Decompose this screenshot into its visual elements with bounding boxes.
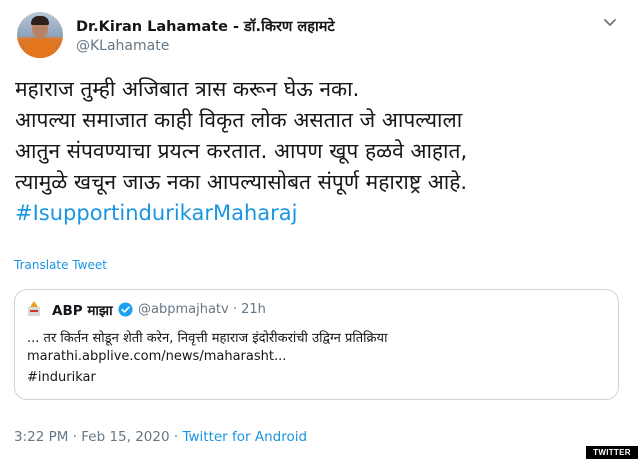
tweet-text-line: आतुन संपवण्याचा प्रयत्न करतात. आपण खूप ह…	[15, 139, 468, 163]
tweet-hashtag-link[interactable]: #IsupportindurikarMaharaj	[15, 198, 627, 229]
tweet-text-line: महाराज तुम्ही अजिबात त्रास करून घेऊ नका.	[15, 77, 360, 101]
tweet-footer: 3:22 PM · Feb 15, 2020 · Twitter for And…	[14, 429, 307, 445]
quoted-author-name[interactable]: ABP माझा	[52, 301, 113, 319]
tweet-text: महाराज तुम्ही अजिबात त्रास करून घेऊ नका.…	[15, 74, 627, 229]
tweet-source-link[interactable]: Twitter for Android	[182, 429, 307, 445]
tweet-card: Dr.Kiran Lahamate - डॉ.किरण लहामटे @KLah…	[0, 0, 640, 463]
chevron-down-icon[interactable]	[603, 18, 617, 28]
verified-badge-icon	[118, 302, 133, 317]
abp-logo-icon	[28, 301, 40, 316]
quoted-time: 21h	[241, 302, 266, 317]
author-display-name[interactable]: Dr.Kiran Lahamate - डॉ.किरण लहामटे	[76, 16, 335, 36]
avatar-body	[23, 40, 57, 58]
quoted-meta: @abpmajhatv · 21h	[138, 302, 266, 317]
quoted-hashtag[interactable]: #indurikar	[27, 370, 96, 385]
tweet-timestamp[interactable]: 3:22 PM · Feb 15, 2020 ·	[14, 429, 182, 445]
quoted-link[interactable]: marathi.abplive.com/news/maharasht...	[27, 349, 286, 364]
quoted-separator: ·	[232, 302, 237, 317]
tweet-text-line: आपल्या समाजात काही विकृत लोक असतात जे आप…	[15, 108, 463, 132]
quoted-tweet[interactable]: ABP माझा @abpmajhatv · 21h ... तर किर्तन…	[14, 289, 619, 400]
quoted-text: ... तर किर्तन सोडून शेती करेन, निवृत्ती …	[27, 331, 388, 346]
tweet-text-line: त्यामुळे खचून जाऊ नका आपल्यासोबत संपूर्ण…	[15, 170, 468, 194]
twitter-watermark: TWITTER	[586, 446, 638, 459]
author-handle[interactable]: @KLahamate	[76, 38, 169, 54]
quoted-author-handle[interactable]: @abpmajhatv	[138, 302, 229, 317]
avatar-hair	[31, 16, 49, 25]
author-avatar[interactable]	[17, 12, 63, 58]
translate-tweet-link[interactable]: Translate Tweet	[14, 258, 107, 272]
